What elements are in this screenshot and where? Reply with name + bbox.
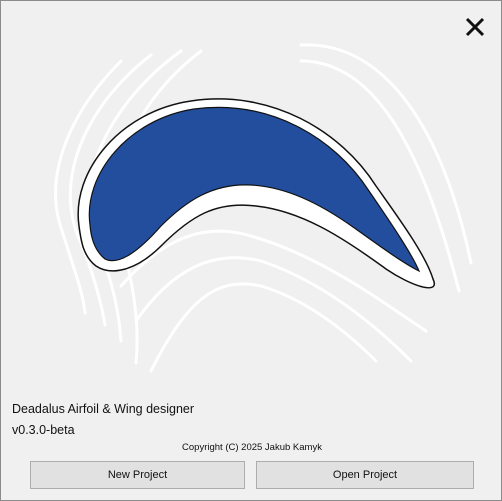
close-icon[interactable] (463, 15, 487, 39)
copyright-label: Copyright (C) 2025 Jakub Kamyk (182, 442, 322, 453)
version-label: v0.3.0-beta (12, 423, 75, 437)
app-name: Deadalus Airfoil & Wing designer (12, 402, 195, 416)
airfoil-illustration (54, 43, 473, 373)
open-project-button[interactable]: Open Project (256, 461, 474, 489)
splash-window: Deadalus Airfoil & Wing designer v0.3.0-… (0, 0, 502, 501)
streamline (149, 282, 378, 373)
new-project-button[interactable]: New Project (30, 461, 245, 489)
streamline (134, 256, 413, 363)
